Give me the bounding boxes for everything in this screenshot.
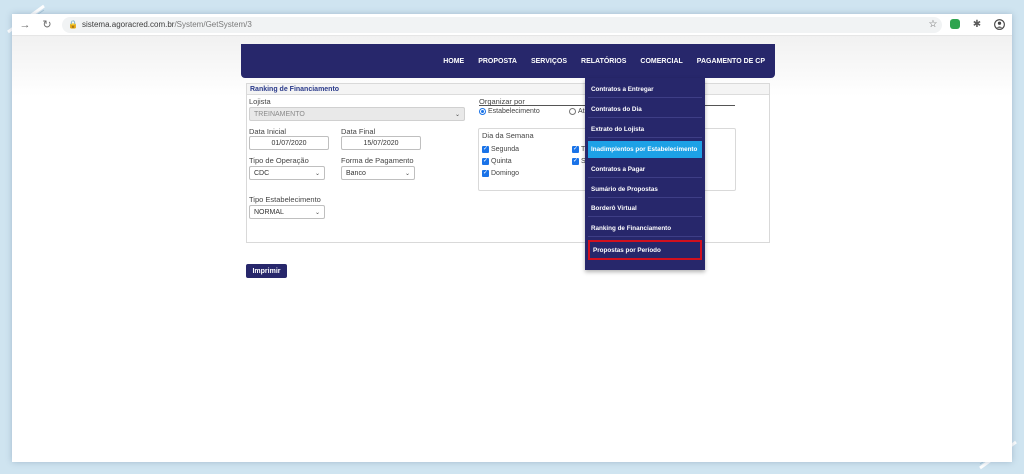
url-path: /System/GetSystem/3 [174,20,252,29]
forma-pagamento-value: Banco [346,169,366,177]
data-inicial-input[interactable]: 01/07/2020 [249,136,329,150]
checkbox-domingo[interactable]: ✓ Domingo [482,170,519,177]
forma-pagamento-label: Forma de Pagamento [341,156,414,165]
checkbox-checked-icon: ✓ [482,158,489,165]
nav-comercial[interactable]: COMERCIAL [640,58,682,65]
forward-arrow-icon[interactable]: → [16,16,34,34]
address-bar[interactable]: 🔒 sistema.agoracred.com.br /System/GetSy… [62,16,942,33]
lojista-value: TREINAMENTO [254,110,305,118]
tipo-estab-select[interactable]: NORMAL ⌄ [249,205,325,219]
page-content: HOME PROPOSTA SERVIÇOS RELATÓRIOS COMERC… [12,36,1012,462]
menu-item-contratos-entregar[interactable]: Contratos a Entregar [588,81,702,98]
tipo-estab-value: NORMAL [254,208,284,216]
lojista-select[interactable]: TREINAMENTO ⌄ [249,107,465,121]
tipo-operacao-value: CDC [254,169,270,177]
checkbox-quinta[interactable]: ✓ Quinta [482,158,512,165]
data-inicial-label: Data Inicial [249,127,287,136]
radio-estabelecimento-label: Estabelecimento [488,108,540,115]
menu-item-contratos-dia[interactable]: Contratos do Dia [588,101,702,118]
tipo-operacao-label: Tipo de Operação [249,156,309,165]
url-host: sistema.agoracred.com.br [81,20,175,29]
menu-item-inadimplentes[interactable]: Inadimplentos por Estabelecimento [588,141,702,158]
screenshot-frame: → ↻ 🔒 sistema.agoracred.com.br /System/G… [12,14,1012,462]
nav-home[interactable]: HOME [443,58,464,65]
chevron-down-icon: ⌄ [314,210,320,216]
forma-pagamento-select[interactable]: Banco ⌄ [341,166,415,180]
nav-servicos[interactable]: SERVIÇOS [531,58,567,65]
nav-relatorios[interactable]: RELATÓRIOS [581,58,626,65]
menu-item-contratos-pagar[interactable]: Contratos a Pagar [588,161,702,178]
data-final-value: 15/07/2020 [363,139,399,147]
menu-item-propostas-periodo[interactable]: Propostas por Período [588,240,702,260]
extension-green-icon[interactable] [948,17,962,31]
radio-unselected-icon [569,108,576,115]
dia-semana-label: Dia da Semana [482,131,534,140]
checkbox-checked-icon: ✓ [572,158,579,165]
chevron-down-icon: ⌄ [454,112,460,118]
radio-estabelecimento[interactable]: Estabelecimento [479,108,540,115]
checkbox-sexta[interactable]: ✓ S [572,158,586,165]
lojista-label: Lojista [249,97,271,106]
checkbox-checked-icon: ✓ [572,146,579,153]
nav-pagamento-cp[interactable]: PAGAMENTO DE CP [697,58,765,65]
star-icon[interactable]: ☆ [926,17,940,31]
chevron-down-icon: ⌄ [404,171,410,177]
chevron-down-icon: ⌄ [314,171,320,177]
checkbox-segunda[interactable]: ✓ Segunda [482,146,519,153]
checkbox-checked-icon: ✓ [482,146,489,153]
tipo-operacao-select[interactable]: CDC ⌄ [249,166,325,180]
menu-item-bordero-virtual[interactable]: Borderô Virtual [588,200,702,217]
data-final-input[interactable]: 15/07/2020 [341,136,421,150]
menu-item-extrato-lojista[interactable]: Extrato do Lojista [588,121,702,138]
data-inicial-value: 01/07/2020 [271,139,307,147]
lock-icon: 🔒 [68,20,78,29]
puzzle-icon[interactable]: ✱ [970,17,984,31]
relatorios-dropdown-menu: Contratos a Entregar Contratos do Dia Ex… [585,78,705,270]
print-button[interactable]: Imprimir [246,264,287,278]
account-icon[interactable] [992,17,1006,31]
main-navbar: HOME PROPOSTA SERVIÇOS RELATÓRIOS COMERC… [241,44,775,78]
checkbox-terca[interactable]: ✓ T [572,146,585,153]
data-final-label: Data Final [341,127,376,136]
checkbox-checked-icon: ✓ [482,170,489,177]
reload-icon[interactable]: ↻ [38,16,56,34]
browser-toolbar: → ↻ 🔒 sistema.agoracred.com.br /System/G… [12,14,1012,36]
checkbox-quinta-label: Quinta [491,158,512,165]
checkbox-domingo-label: Domingo [491,170,520,177]
checkbox-segunda-label: Segunda [491,146,520,153]
radio-option-2[interactable]: At [569,108,585,115]
menu-item-sumario-propostas[interactable]: Sumário de Propostas [588,181,702,198]
tipo-estab-label: Tipo Estabelecimento [249,195,321,204]
radio-option-2-label: At [578,108,585,115]
menu-item-ranking-financiamento[interactable]: Ranking de Financiamento [588,220,702,237]
nav-proposta[interactable]: PROPOSTA [478,58,517,65]
radio-selected-icon [479,108,486,115]
